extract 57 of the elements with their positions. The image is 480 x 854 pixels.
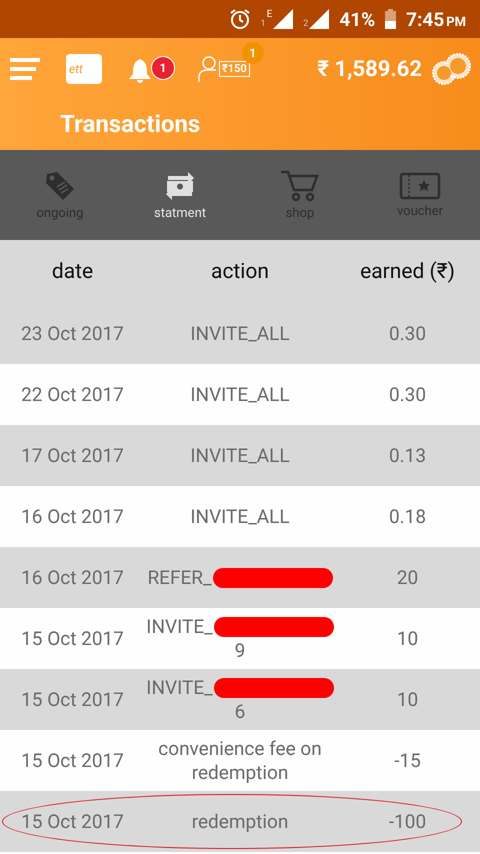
table-cell: REFER_ [147, 566, 212, 590]
clock-time: 7:45 [406, 8, 444, 30]
ticket-icon [399, 172, 441, 200]
column-header: date [50, 260, 94, 284]
table-cell: INVITE_ [146, 614, 213, 638]
table-cell-text: 15 Oct 2017 [20, 688, 125, 711]
wallet-button[interactable]: ett [66, 54, 102, 84]
column-header: action [210, 260, 270, 284]
table-cell-text: 16 Oct 2017 [20, 505, 125, 528]
table-cell-text: 0.18 [388, 505, 428, 528]
clock-ampm: PM [446, 14, 466, 30]
table-cell: INVITE_ALL [190, 504, 290, 528]
table-cell-text: 20 [396, 566, 420, 589]
offer-amount[interactable]: ₹150 [219, 61, 250, 77]
table-cell-text: -15 [393, 749, 422, 772]
table-cell-text: 17 Oct 2017 [20, 444, 125, 467]
offer-badge: 1 [242, 42, 264, 64]
signal-icon [273, 9, 294, 29]
table-cell-text: 0.30 [388, 322, 428, 345]
exchange-icon [164, 170, 196, 202]
signal-icon [309, 9, 330, 29]
battery-percent: 41% [339, 8, 376, 30]
tag-icon [43, 170, 77, 202]
table-cell-text: 15 Oct 2017 [20, 627, 125, 650]
tab[interactable]: statment [120, 150, 240, 240]
table-cell: 9 [234, 638, 246, 662]
table-cell-text: 16 Oct 2017 [20, 566, 125, 589]
table-cell-text: 10 [396, 688, 420, 711]
coins-icon[interactable] [432, 53, 472, 85]
table-cell-text: convenience fee on redemption [157, 736, 323, 784]
cart-icon [280, 170, 320, 202]
table-cell-text: 15 Oct 2017 [20, 749, 125, 772]
table-cell-text: 23 Oct 2017 [20, 322, 125, 345]
table-cell: redemption [192, 810, 288, 834]
table-cell-text: 22 Oct 2017 [20, 383, 125, 406]
network-type: E [266, 9, 272, 20]
user-icon[interactable] [198, 55, 218, 83]
notification-badge: 1 [152, 57, 174, 79]
table-cell: 6 [234, 700, 246, 724]
table-cell: INVITE_ALL [190, 382, 290, 406]
sim-label: 1 [260, 19, 266, 29]
sim-label: 2 [303, 19, 308, 29]
wallet-balance: ₹ 1,589.62 [317, 56, 422, 82]
menu-button[interactable] [10, 58, 40, 80]
table-cell: INVITE_ALL [190, 322, 290, 346]
alarm-icon [228, 8, 250, 30]
column-header: earned (₹) [359, 260, 456, 284]
table-cell-text: 0.13 [388, 444, 428, 467]
table-cell: INVITE_ [146, 676, 213, 700]
table-cell-text: 15 Oct 2017 [20, 810, 125, 833]
battery-icon [385, 9, 396, 29]
table-cell-text: -100 [388, 810, 428, 833]
table-cell: INVITE_ALL [190, 444, 290, 468]
table-cell-text: 10 [396, 627, 420, 650]
table-cell-text: 0.30 [388, 383, 428, 406]
bell-icon[interactable] [128, 58, 152, 84]
page-title: Transactions [59, 109, 202, 138]
